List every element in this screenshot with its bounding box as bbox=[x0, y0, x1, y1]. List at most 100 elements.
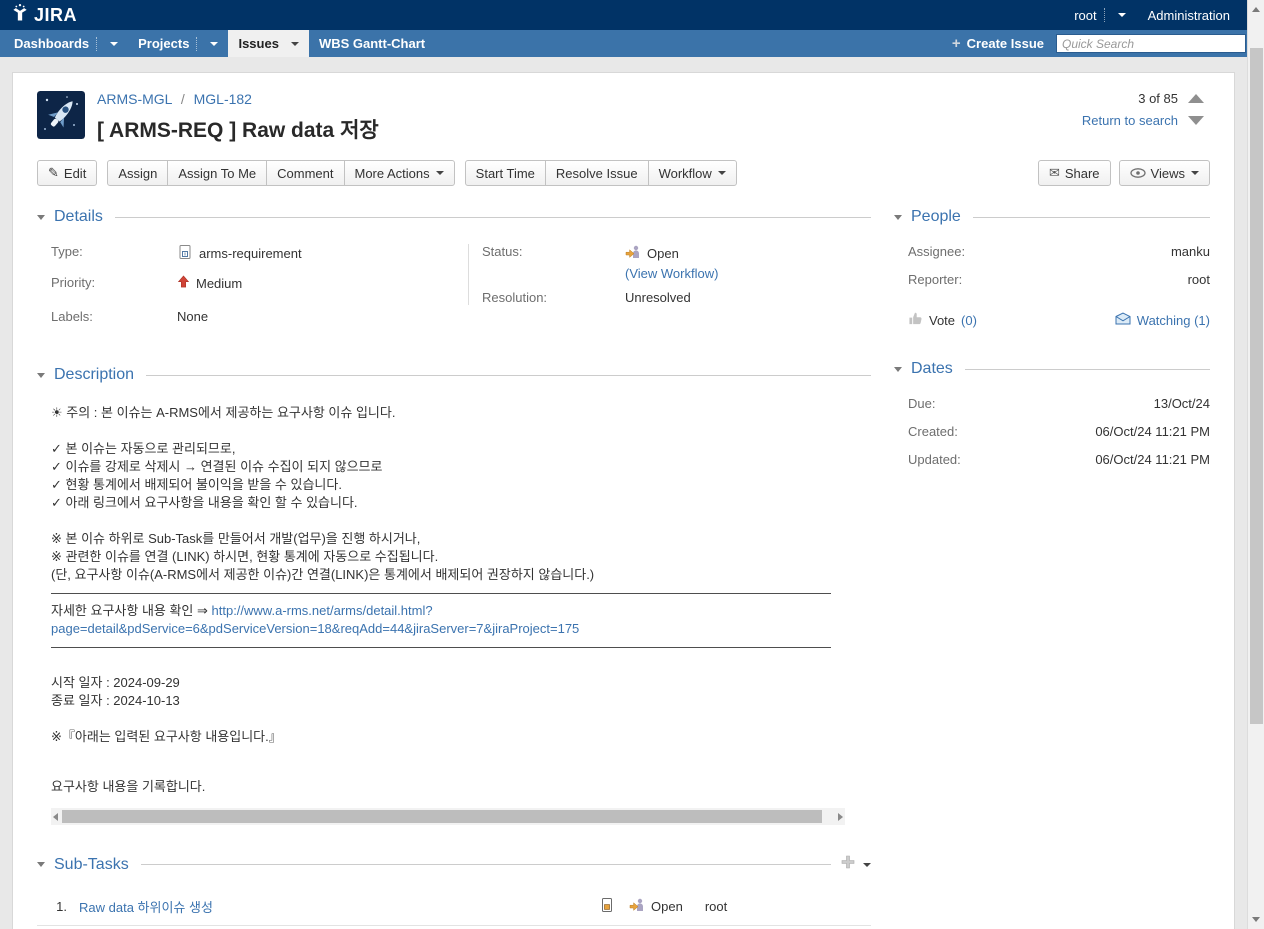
return-to-search-link[interactable]: Return to search bbox=[1082, 113, 1178, 128]
breadcrumb-project-link[interactable]: ARMS-MGL bbox=[97, 91, 172, 107]
dates-section: Dates Due: 13/Oct/24 Created: 06/Oct/24 … bbox=[894, 360, 1210, 467]
collapse-icon bbox=[894, 215, 902, 220]
description-section-header[interactable]: Description bbox=[37, 366, 871, 384]
envelope-icon: ✉ bbox=[1049, 165, 1060, 181]
vote-count: (0) bbox=[961, 313, 977, 328]
divider bbox=[1104, 8, 1105, 22]
issue-type-value: arms-requirement bbox=[199, 246, 302, 261]
updated-date-value: 06/Oct/24 11:21 PM bbox=[1095, 452, 1210, 467]
collapse-icon bbox=[894, 367, 902, 372]
comment-button[interactable]: Comment bbox=[266, 160, 344, 186]
user-name: root bbox=[1074, 8, 1096, 23]
scrollbar-thumb[interactable] bbox=[62, 810, 822, 823]
administration-link[interactable]: Administration bbox=[1148, 8, 1230, 23]
due-date-value: 13/Oct/24 bbox=[1154, 396, 1210, 411]
watching-icon bbox=[1115, 312, 1131, 328]
pencil-icon: ✎ bbox=[48, 165, 59, 181]
collapse-icon bbox=[37, 373, 45, 378]
nav-issues[interactable]: Issues bbox=[228, 30, 308, 57]
next-issue-icon[interactable] bbox=[1188, 116, 1204, 125]
collapse-icon bbox=[37, 862, 45, 867]
previous-issue-icon[interactable] bbox=[1188, 94, 1204, 103]
user-menu[interactable]: root bbox=[1074, 8, 1125, 23]
pager-count: 3 of 85 bbox=[1138, 91, 1178, 106]
subtask-status: Open bbox=[651, 899, 683, 914]
divider bbox=[96, 37, 97, 51]
requirement-url-link[interactable]: page=detail&pdService=6&pdServiceVersion… bbox=[51, 621, 579, 636]
workflow-button[interactable]: Workflow bbox=[648, 160, 737, 186]
plus-icon: + bbox=[952, 35, 961, 52]
description-horizontal-scrollbar[interactable] bbox=[51, 808, 845, 825]
quick-search-input[interactable] bbox=[1056, 34, 1246, 53]
start-time-button[interactable]: Start Time bbox=[465, 160, 546, 186]
resolve-issue-button[interactable]: Resolve Issue bbox=[545, 160, 649, 186]
chevron-down-icon bbox=[1191, 171, 1199, 175]
subtask-link[interactable]: Raw data 하위이슈 생성 bbox=[79, 900, 213, 915]
thumbs-up-icon bbox=[908, 311, 923, 329]
resolution-value: Unresolved bbox=[625, 290, 691, 305]
issue-panel: ARMS-MGL / MGL-182 [ ARMS-REQ ] Raw data… bbox=[12, 72, 1235, 929]
view-workflow-link[interactable]: (View Workflow) bbox=[625, 266, 718, 281]
jira-logo-icon bbox=[10, 3, 30, 28]
scroll-down-icon[interactable] bbox=[1252, 917, 1260, 922]
scrollbar-thumb[interactable] bbox=[1250, 48, 1263, 724]
subtask-type-icon bbox=[599, 897, 615, 916]
scroll-up-icon[interactable] bbox=[1252, 7, 1260, 12]
divider bbox=[973, 217, 1210, 218]
top-bar: JIRA root Administration bbox=[0, 0, 1264, 30]
chevron-down-icon bbox=[210, 42, 218, 46]
create-issue-button[interactable]: + Create Issue bbox=[952, 35, 1044, 52]
scroll-left-icon[interactable] bbox=[53, 813, 58, 821]
issue-type-icon: I bbox=[177, 244, 193, 263]
priority-value: Medium bbox=[196, 276, 242, 291]
divider bbox=[196, 37, 197, 51]
divider bbox=[965, 369, 1210, 370]
breadcrumb-issue-link[interactable]: MGL-182 bbox=[194, 91, 252, 107]
people-section: People Assignee: manku Reporter: root bbox=[894, 208, 1210, 329]
watching-button[interactable]: Watching (1) bbox=[1115, 312, 1210, 328]
issue-toolbar: ✎ Edit Assign Assign To Me Comment More … bbox=[37, 160, 1210, 186]
share-button[interactable]: ✉ Share bbox=[1038, 160, 1111, 186]
labels-value: None bbox=[177, 309, 208, 324]
description-section: Description ☀ 주의 : 본 이슈는 A-RMS에서 제공하는 요구… bbox=[37, 366, 871, 825]
views-button[interactable]: Views bbox=[1119, 160, 1210, 186]
dates-section-header[interactable]: Dates bbox=[894, 360, 1210, 378]
issue-pager: 3 of 85 Return to search bbox=[1082, 87, 1204, 131]
svg-text:I: I bbox=[184, 252, 185, 257]
assign-button[interactable]: Assign bbox=[107, 160, 168, 186]
chevron-down-icon bbox=[110, 42, 118, 46]
status-open-icon bbox=[629, 897, 645, 916]
add-subtask-icon[interactable] bbox=[841, 855, 855, 874]
subtask-assignee: root bbox=[705, 899, 727, 914]
assign-to-me-button[interactable]: Assign To Me bbox=[167, 160, 267, 186]
divider bbox=[141, 864, 831, 865]
edit-button[interactable]: ✎ Edit bbox=[37, 160, 97, 186]
details-section-header[interactable]: Details bbox=[37, 208, 871, 226]
eye-icon bbox=[1130, 166, 1146, 181]
subtasks-section-header[interactable]: Sub-Tasks bbox=[37, 855, 871, 874]
collapse-icon bbox=[37, 215, 45, 220]
issue-header: ARMS-MGL / MGL-182 [ ARMS-REQ ] Raw data… bbox=[13, 73, 1234, 144]
people-section-header[interactable]: People bbox=[894, 208, 1210, 226]
more-actions-button[interactable]: More Actions bbox=[344, 160, 455, 186]
page-vertical-scrollbar[interactable] bbox=[1247, 0, 1264, 929]
subtasks-options-icon[interactable] bbox=[863, 863, 871, 867]
created-date-value: 06/Oct/24 11:21 PM bbox=[1095, 424, 1210, 439]
vote-button[interactable]: Vote (0) bbox=[908, 311, 977, 329]
scroll-right-icon[interactable] bbox=[838, 813, 843, 821]
priority-medium-icon bbox=[177, 275, 190, 291]
page-title: [ ARMS-REQ ] Raw data 저장 bbox=[97, 114, 1210, 144]
chevron-down-icon bbox=[291, 42, 299, 46]
divider bbox=[146, 375, 871, 376]
subtask-row: 1. Raw data 하위이슈 생성 Open root bbox=[37, 888, 871, 926]
jira-logo[interactable]: JIRA bbox=[10, 3, 77, 28]
nav-dashboards[interactable]: Dashboards bbox=[4, 30, 128, 57]
reporter-value: root bbox=[1188, 272, 1210, 287]
requirement-url-link[interactable]: http://www.a-rms.net/arms/detail.html? bbox=[212, 603, 433, 618]
nav-projects[interactable]: Projects bbox=[128, 30, 228, 57]
status-open-icon bbox=[625, 244, 641, 263]
main-nav: Dashboards Projects Issues WBS Gantt-Cha… bbox=[0, 30, 1264, 57]
project-avatar[interactable] bbox=[37, 91, 85, 139]
chevron-down-icon bbox=[718, 171, 726, 175]
nav-wbs-gantt-chart[interactable]: WBS Gantt-Chart bbox=[309, 30, 435, 57]
